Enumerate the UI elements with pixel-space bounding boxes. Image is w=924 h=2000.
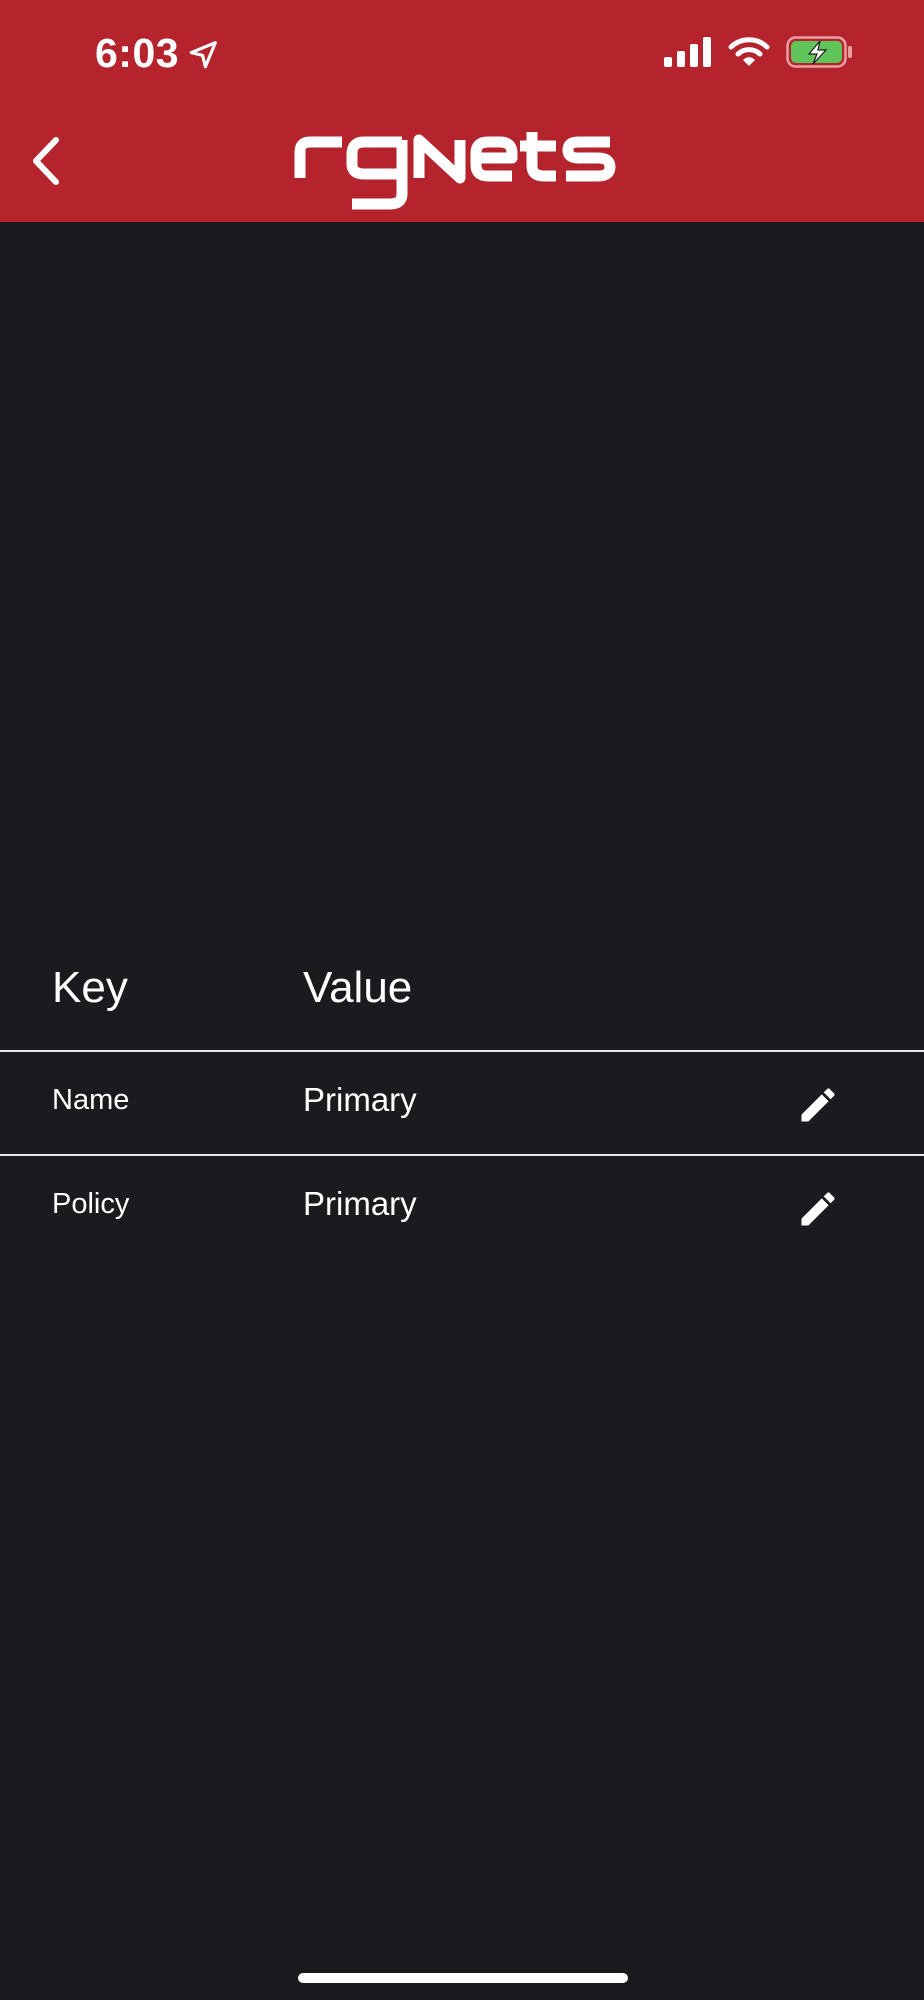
wifi-icon [728,37,770,66]
battery-charging-icon [786,36,852,68]
column-header-key: Key [52,963,128,1012]
cellular-signal-icon [664,37,711,67]
empty-content-area [0,222,924,942]
row-key: Name [52,1084,130,1116]
table-row: Policy Primary [0,1156,924,1258]
time-text: 6:03 [95,30,180,76]
edit-name-button[interactable] [796,1083,840,1127]
rgnets-logo [294,132,616,210]
table-header: Key Value [0,945,924,1052]
app-screen: 6:03 Key Value Name Primary Policy Prima… [0,0,924,2000]
pencil-icon [801,1088,835,1122]
status-bar-time: 6:03 [95,30,221,77]
status-bar-icons [664,35,854,69]
row-value: Primary [303,1185,417,1222]
column-header-value: Value [303,963,413,1012]
table-row: Name Primary [0,1052,924,1156]
row-key: Policy [52,1188,130,1220]
location-arrow-icon [189,40,217,68]
home-indicator[interactable] [298,1973,628,1983]
row-value: Primary [303,1081,417,1118]
chevron-left-icon [33,137,59,185]
edit-policy-button[interactable] [796,1187,840,1231]
header-bar: 6:03 [0,0,924,222]
back-button[interactable] [26,132,72,190]
pencil-icon [801,1192,835,1226]
key-value-table: Key Value Name Primary Policy Primary [0,945,924,1258]
